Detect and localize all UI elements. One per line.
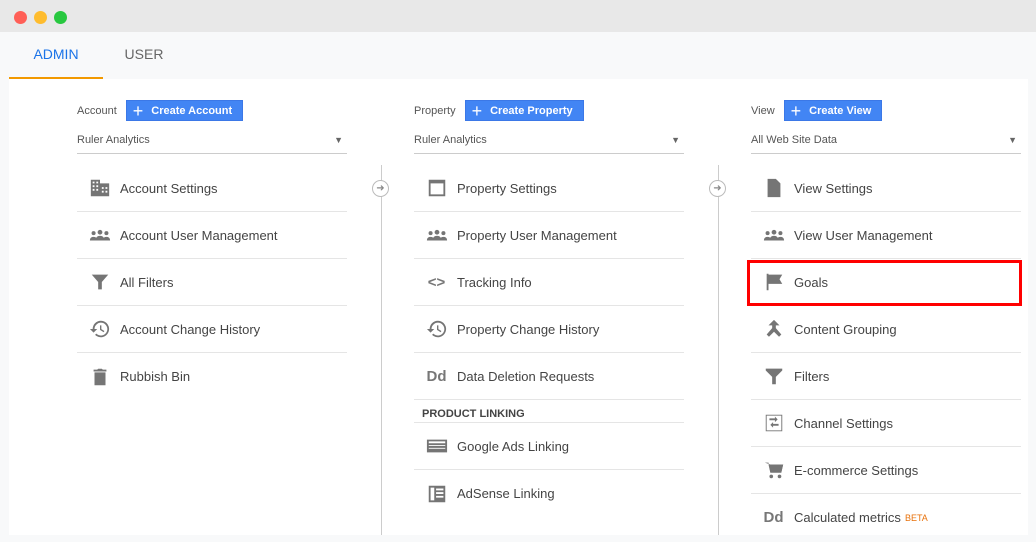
button-label: Create Property xyxy=(490,104,573,117)
dropdown-value: Ruler Analytics xyxy=(77,134,150,146)
item-label: Content Grouping xyxy=(794,321,897,337)
property-label: Property xyxy=(414,104,456,117)
caret-down-icon: ▼ xyxy=(1008,135,1017,145)
plus-icon: + xyxy=(790,100,802,121)
item-label: Property Settings xyxy=(457,180,557,196)
maximize-window-button[interactable] xyxy=(54,11,67,24)
caret-down-icon: ▼ xyxy=(671,135,680,145)
ecommerce-settings[interactable]: E-commerce Settings xyxy=(751,447,1021,494)
people-icon xyxy=(751,224,794,246)
cart-icon xyxy=(751,459,794,481)
property-dropdown[interactable]: Ruler Analytics ▼ xyxy=(414,131,684,154)
beta-badge: BETA xyxy=(904,512,928,523)
calculated-metrics[interactable]: Dd Calculated metrics BETA xyxy=(751,494,1021,541)
view-user-management[interactable]: View User Management xyxy=(751,212,1021,259)
content-grouping[interactable]: Content Grouping xyxy=(751,306,1021,353)
dd-icon: Dd xyxy=(763,509,784,526)
window-icon xyxy=(414,177,457,199)
building-icon xyxy=(77,177,120,199)
create-view-button[interactable]: + Create View xyxy=(783,100,883,121)
property-settings[interactable]: Property Settings xyxy=(414,165,684,212)
people-icon xyxy=(414,224,457,246)
dd-icon: Dd xyxy=(426,367,447,385)
close-window-button[interactable] xyxy=(14,11,27,24)
item-label: All Filters xyxy=(120,274,174,290)
merge-icon xyxy=(751,318,794,340)
item-label: View Settings xyxy=(794,180,873,196)
history-icon xyxy=(414,318,457,340)
property-change-history[interactable]: Property Change History xyxy=(414,306,684,353)
title-bar xyxy=(0,0,1036,32)
history-icon xyxy=(77,318,120,340)
ads-icon xyxy=(414,435,457,457)
property-column: Property + Create Property Ruler Analytic… xyxy=(414,100,684,517)
trash-icon xyxy=(77,366,120,388)
item-label: View User Management xyxy=(794,227,933,243)
account-dropdown[interactable]: Ruler Analytics ▼ xyxy=(77,131,347,154)
code-icon: <> xyxy=(427,273,446,291)
filter-icon xyxy=(77,271,120,293)
plus-icon: + xyxy=(471,100,483,121)
item-label: Property User Management xyxy=(457,227,617,243)
item-label: Account Change History xyxy=(120,321,261,337)
item-label: Account User Management xyxy=(120,227,278,243)
channel-icon xyxy=(751,412,794,434)
property-user-management[interactable]: Property User Management xyxy=(414,212,684,259)
item-label: AdSense Linking xyxy=(457,486,555,501)
plus-icon: + xyxy=(132,100,144,121)
create-account-button[interactable]: + Create Account xyxy=(125,100,244,121)
adsense-linking[interactable]: AdSense Linking xyxy=(414,470,684,517)
goals-highlight-box xyxy=(747,260,1022,306)
arrow-right-icon: ➜ xyxy=(372,180,389,197)
view-column: View + Create View All Web Site Data ▼ Vie… xyxy=(751,100,1021,541)
dropdown-value: Ruler Analytics xyxy=(414,134,487,146)
minimize-window-button[interactable] xyxy=(34,11,47,24)
tab-user[interactable]: USER xyxy=(110,32,178,79)
account-column: Account + Create Account Ruler Analytics ▼… xyxy=(77,100,347,400)
arrow-right-icon: ➜ xyxy=(709,180,726,197)
caret-down-icon: ▼ xyxy=(334,135,343,145)
column-divider xyxy=(381,165,382,535)
item-label: Data Deletion Requests xyxy=(457,368,595,384)
view-settings[interactable]: View Settings xyxy=(751,165,1021,212)
view-label: View xyxy=(751,104,775,117)
tab-admin[interactable]: ADMIN xyxy=(9,32,103,79)
button-label: Create Account xyxy=(151,104,233,117)
item-label: Account Settings xyxy=(120,180,218,196)
tab-bar: ADMIN USER xyxy=(0,32,1036,79)
item-label: E-commerce Settings xyxy=(794,462,919,478)
account-settings[interactable]: Account Settings xyxy=(77,165,347,212)
people-icon xyxy=(77,224,120,246)
dropdown-value: All Web Site Data xyxy=(751,134,838,146)
account-label: Account xyxy=(77,104,117,117)
tracking-info[interactable]: <> Tracking Info xyxy=(414,259,684,306)
filter-icon xyxy=(751,365,794,387)
button-label: Create View xyxy=(809,104,872,117)
item-label: Google Ads Linking xyxy=(457,438,570,454)
data-deletion-requests[interactable]: Dd Data Deletion Requests xyxy=(414,353,684,400)
account-user-management[interactable]: Account User Management xyxy=(77,212,347,259)
item-label: Filters xyxy=(794,368,830,384)
document-icon xyxy=(751,177,794,199)
item-label: Tracking Info xyxy=(457,274,532,290)
item-label: Rubbish Bin xyxy=(120,369,191,384)
all-filters[interactable]: All Filters xyxy=(77,259,347,306)
google-ads-linking[interactable]: Google Ads Linking xyxy=(414,423,684,470)
channel-settings[interactable]: Channel Settings xyxy=(751,400,1021,447)
rubbish-bin[interactable]: Rubbish Bin xyxy=(77,353,347,400)
create-property-button[interactable]: + Create Property xyxy=(464,100,584,121)
view-dropdown[interactable]: All Web Site Data ▼ xyxy=(751,131,1021,154)
item-label: Property Change History xyxy=(457,321,600,337)
account-change-history[interactable]: Account Change History xyxy=(77,306,347,353)
item-label: Calculated metrics xyxy=(794,510,901,525)
item-label: Channel Settings xyxy=(794,415,894,431)
adsense-icon xyxy=(414,483,457,505)
column-divider xyxy=(718,165,719,535)
view-filters[interactable]: Filters xyxy=(751,353,1021,400)
product-linking-heading: PRODUCT LINKING xyxy=(414,400,684,423)
